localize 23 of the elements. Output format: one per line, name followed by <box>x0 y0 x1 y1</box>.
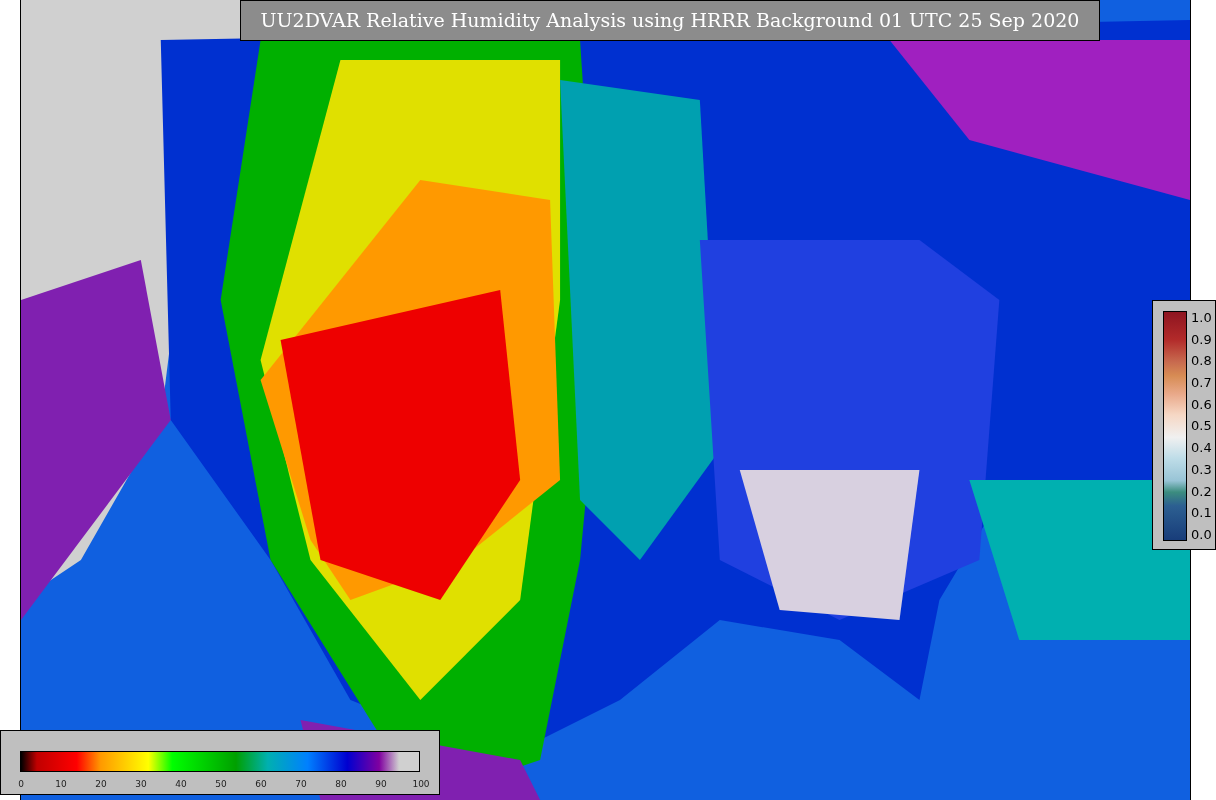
tick-label: 0.1 <box>1191 506 1212 520</box>
tick-label: 0 <box>17 778 25 791</box>
tick-label: 90 <box>374 778 388 791</box>
tick-label: 50 <box>214 778 228 791</box>
tick-label: 0.7 <box>1191 376 1212 390</box>
tick-label: 40 <box>174 778 188 791</box>
tick-label: 0.9 <box>1191 332 1212 346</box>
tick-label: 1.0 <box>1191 311 1212 324</box>
tick-label: 80 <box>334 778 348 791</box>
tick-label: 20 <box>94 778 108 791</box>
tick-label: 10 <box>54 778 68 791</box>
tick-label: 0.0 <box>1191 527 1212 541</box>
tick-label: 0.8 <box>1191 354 1212 368</box>
tick-label: 0.6 <box>1191 397 1212 411</box>
tick-label: 0.3 <box>1191 462 1212 476</box>
tick-label: 30 <box>134 778 148 791</box>
map-title: UU2DVAR Relative Humidity Analysis using HRRR Background 01 UTC 25 Sep 2020 <box>240 0 1100 41</box>
tick-label: 60 <box>254 778 268 791</box>
tick-label: 0.4 <box>1191 441 1212 455</box>
tick-label: 0.5 <box>1191 419 1212 433</box>
tick-label: 70 <box>294 778 308 791</box>
tick-label: 100 <box>411 778 431 791</box>
tick-label: 0.2 <box>1191 484 1212 498</box>
